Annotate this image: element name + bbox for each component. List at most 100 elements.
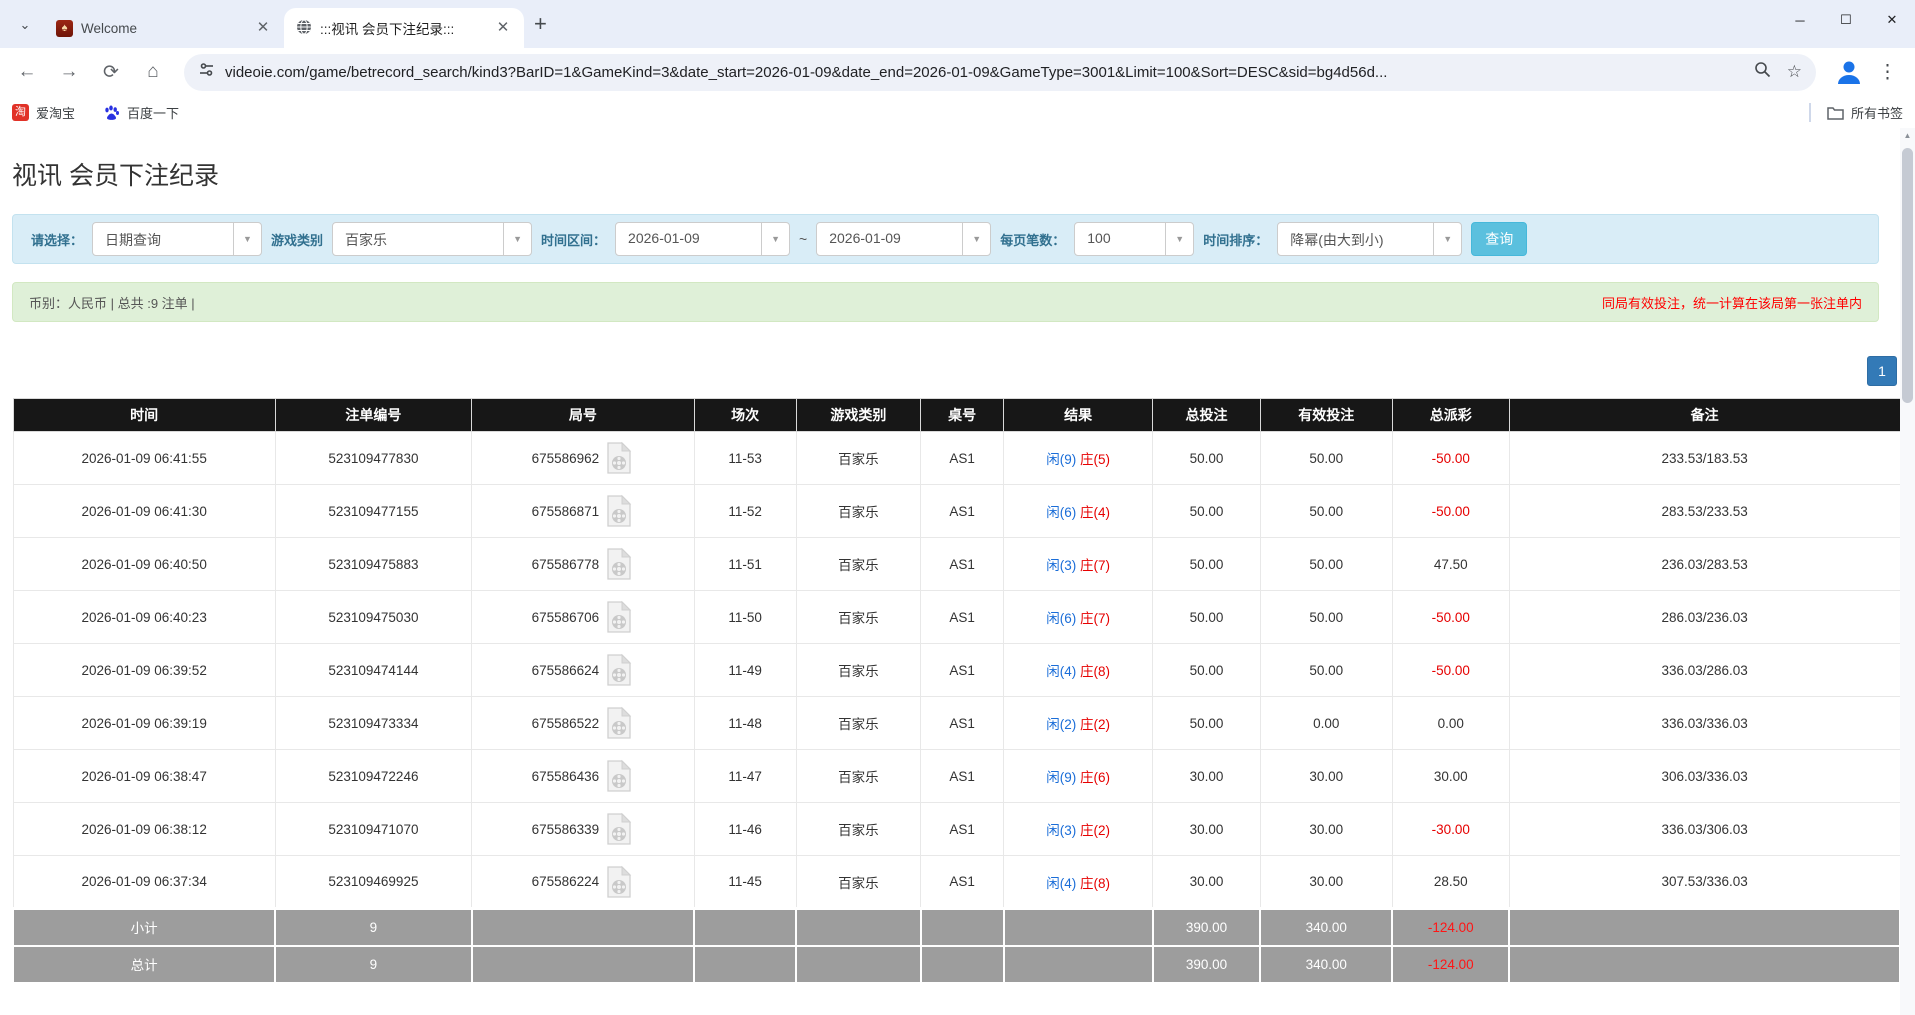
page-1-button[interactable]: 1 bbox=[1867, 356, 1897, 386]
page-scrollbar[interactable]: ▲ bbox=[1900, 128, 1915, 1015]
cell-session: 11-47 bbox=[694, 750, 796, 803]
video-replay-icon[interactable] bbox=[604, 812, 634, 846]
tab-close-icon[interactable]: ✕ bbox=[254, 19, 272, 37]
cell-total-bet-link[interactable]: 50.00 bbox=[1153, 538, 1261, 591]
tab-search-chevron-icon[interactable]: ⌄ bbox=[10, 10, 40, 40]
zoom-icon[interactable] bbox=[1754, 61, 1771, 83]
cell-valid-bet: 30.00 bbox=[1260, 856, 1392, 909]
scrollbar-thumb[interactable] bbox=[1902, 148, 1913, 403]
cell-total-bet-link[interactable]: 30.00 bbox=[1153, 750, 1261, 803]
video-replay-icon[interactable] bbox=[604, 706, 634, 740]
cell-total-bet-link[interactable]: 30.00 bbox=[1153, 856, 1261, 909]
forward-button[interactable]: → bbox=[51, 54, 87, 90]
cell-table-number: AS1 bbox=[921, 591, 1004, 644]
new-tab-button[interactable]: + bbox=[534, 14, 547, 34]
video-replay-icon[interactable] bbox=[604, 547, 634, 581]
tab-close-icon[interactable]: ✕ bbox=[494, 19, 512, 37]
cell-payout: 47.50 bbox=[1392, 538, 1509, 591]
filter-bar: 请选择： 日期查询 ▼ 游戏类别 百家乐 ▼ 时间区间： 2026-01-09 … bbox=[12, 214, 1879, 264]
result-banker: 庄(8) bbox=[1080, 664, 1110, 679]
cell-bet-id: 523109473334 bbox=[275, 697, 471, 750]
back-button[interactable]: ← bbox=[9, 54, 45, 90]
cell-total-bet-link[interactable]: 50.00 bbox=[1153, 644, 1261, 697]
pagination: 1 bbox=[0, 356, 1897, 386]
video-replay-icon[interactable] bbox=[604, 865, 634, 899]
chevron-down-icon: ▼ bbox=[233, 223, 261, 255]
table-row: 2026-01-09 06:38:12 523109471070 6755863… bbox=[13, 803, 1900, 856]
cell-result: 闲(9) 庄(6) bbox=[1004, 750, 1153, 803]
video-replay-icon[interactable] bbox=[604, 441, 634, 475]
column-header: 备注 bbox=[1509, 399, 1900, 432]
per-page-select[interactable]: 100 ▼ bbox=[1074, 222, 1194, 256]
chevron-down-icon: ▼ bbox=[1165, 223, 1193, 255]
globe-favicon-icon bbox=[296, 19, 312, 38]
cell-total-bet-link[interactable]: 50.00 bbox=[1153, 591, 1261, 644]
cell-total-bet-link[interactable]: 50.00 bbox=[1153, 697, 1261, 750]
cell-total-bet-link[interactable]: 50.00 bbox=[1153, 432, 1261, 485]
tab-bet-records[interactable]: :::视讯 会员下注纪录::: ✕ bbox=[284, 8, 524, 48]
date-separator: ~ bbox=[799, 231, 807, 247]
cell-session: 11-53 bbox=[694, 432, 796, 485]
cell-total-bet-link[interactable]: 30.00 bbox=[1153, 803, 1261, 856]
video-replay-icon[interactable] bbox=[604, 494, 634, 528]
sort-select[interactable]: 降幂(由大到小) ▼ bbox=[1277, 222, 1462, 256]
video-replay-icon[interactable] bbox=[604, 759, 634, 793]
cell-round: 675586436 bbox=[472, 750, 695, 803]
result-banker: 庄(7) bbox=[1080, 611, 1110, 626]
date-range-label: 时间区间： bbox=[541, 230, 606, 249]
cell-bet-id: 523109475030 bbox=[275, 591, 471, 644]
profile-avatar[interactable] bbox=[1834, 57, 1864, 87]
per-page-value: 100 bbox=[1075, 223, 1165, 255]
cell-valid-bet: 50.00 bbox=[1260, 644, 1392, 697]
bookmark-baidu[interactable]: 百度一下 bbox=[103, 103, 179, 122]
query-type-select[interactable]: 日期查询 ▼ bbox=[92, 222, 262, 256]
site-settings-icon[interactable] bbox=[198, 61, 215, 83]
bookmark-label: 百度一下 bbox=[127, 103, 179, 122]
cell-time: 2026-01-09 06:40:50 bbox=[13, 538, 275, 591]
date-end-value: 2026-01-09 bbox=[817, 223, 962, 255]
url-text[interactable]: videoie.com/game/betrecord_search/kind3?… bbox=[225, 64, 1738, 81]
result-player: 闲(3) bbox=[1046, 823, 1076, 838]
browser-menu-icon[interactable]: ⋮ bbox=[1878, 61, 1897, 84]
cell-valid-bet: 30.00 bbox=[1260, 750, 1392, 803]
date-end-input[interactable]: 2026-01-09 ▼ bbox=[816, 222, 991, 256]
result-banker: 庄(5) bbox=[1080, 452, 1110, 467]
tab-welcome[interactable]: ♠ Welcome ✕ bbox=[44, 8, 284, 48]
video-replay-icon[interactable] bbox=[604, 600, 634, 634]
cell-payout: -50.00 bbox=[1392, 432, 1509, 485]
home-button[interactable]: ⌂ bbox=[135, 54, 171, 90]
chevron-down-icon: ▼ bbox=[503, 223, 531, 255]
result-player: 闲(4) bbox=[1046, 876, 1076, 891]
maximize-button[interactable]: ☐ bbox=[1823, 0, 1869, 40]
date-start-value: 2026-01-09 bbox=[616, 223, 761, 255]
cell-payout: 0.00 bbox=[1392, 697, 1509, 750]
result-banker: 庄(8) bbox=[1080, 876, 1110, 891]
date-start-input[interactable]: 2026-01-09 ▼ bbox=[615, 222, 790, 256]
cell-result: 闲(3) 庄(7) bbox=[1004, 538, 1153, 591]
reload-button[interactable]: ⟳ bbox=[93, 54, 129, 90]
footer-label: 总计 bbox=[13, 946, 275, 983]
all-bookmarks-button[interactable]: 所有书签 bbox=[1809, 103, 1903, 122]
scrollbar-up-arrow-icon[interactable]: ▲ bbox=[1900, 128, 1915, 144]
minimize-button[interactable]: ─ bbox=[1777, 0, 1823, 40]
result-player: 闲(4) bbox=[1046, 664, 1076, 679]
close-window-button[interactable]: ✕ bbox=[1869, 0, 1915, 40]
video-replay-icon[interactable] bbox=[604, 653, 634, 687]
cell-session: 11-45 bbox=[694, 856, 796, 909]
cell-total-bet-link[interactable]: 50.00 bbox=[1153, 485, 1261, 538]
select-type-label: 请选择： bbox=[31, 230, 83, 249]
bookmark-star-icon[interactable]: ☆ bbox=[1787, 62, 1802, 82]
cell-bet-id: 523109474144 bbox=[275, 644, 471, 697]
summary-bar: 币别：人民币 | 总共 :9 注单 | 同局有效投注，统一计算在该局第一张注单内 bbox=[12, 282, 1879, 322]
cell-note: 283.53/233.53 bbox=[1509, 485, 1900, 538]
game-kind-select[interactable]: 百家乐 ▼ bbox=[332, 222, 532, 256]
sort-value: 降幂(由大到小) bbox=[1278, 223, 1433, 255]
search-button[interactable]: 查询 bbox=[1471, 222, 1527, 256]
bookmark-taobao[interactable]: 淘 爱淘宝 bbox=[12, 103, 75, 122]
cell-time: 2026-01-09 06:40:23 bbox=[13, 591, 275, 644]
cell-game-kind: 百家乐 bbox=[796, 485, 921, 538]
address-bar[interactable]: videoie.com/game/betrecord_search/kind3?… bbox=[184, 54, 1816, 91]
round-number: 675586339 bbox=[532, 822, 600, 837]
cell-game-kind: 百家乐 bbox=[796, 697, 921, 750]
browser-toolbar: ← → ⟳ ⌂ videoie.com/game/betrecord_searc… bbox=[0, 48, 1915, 96]
